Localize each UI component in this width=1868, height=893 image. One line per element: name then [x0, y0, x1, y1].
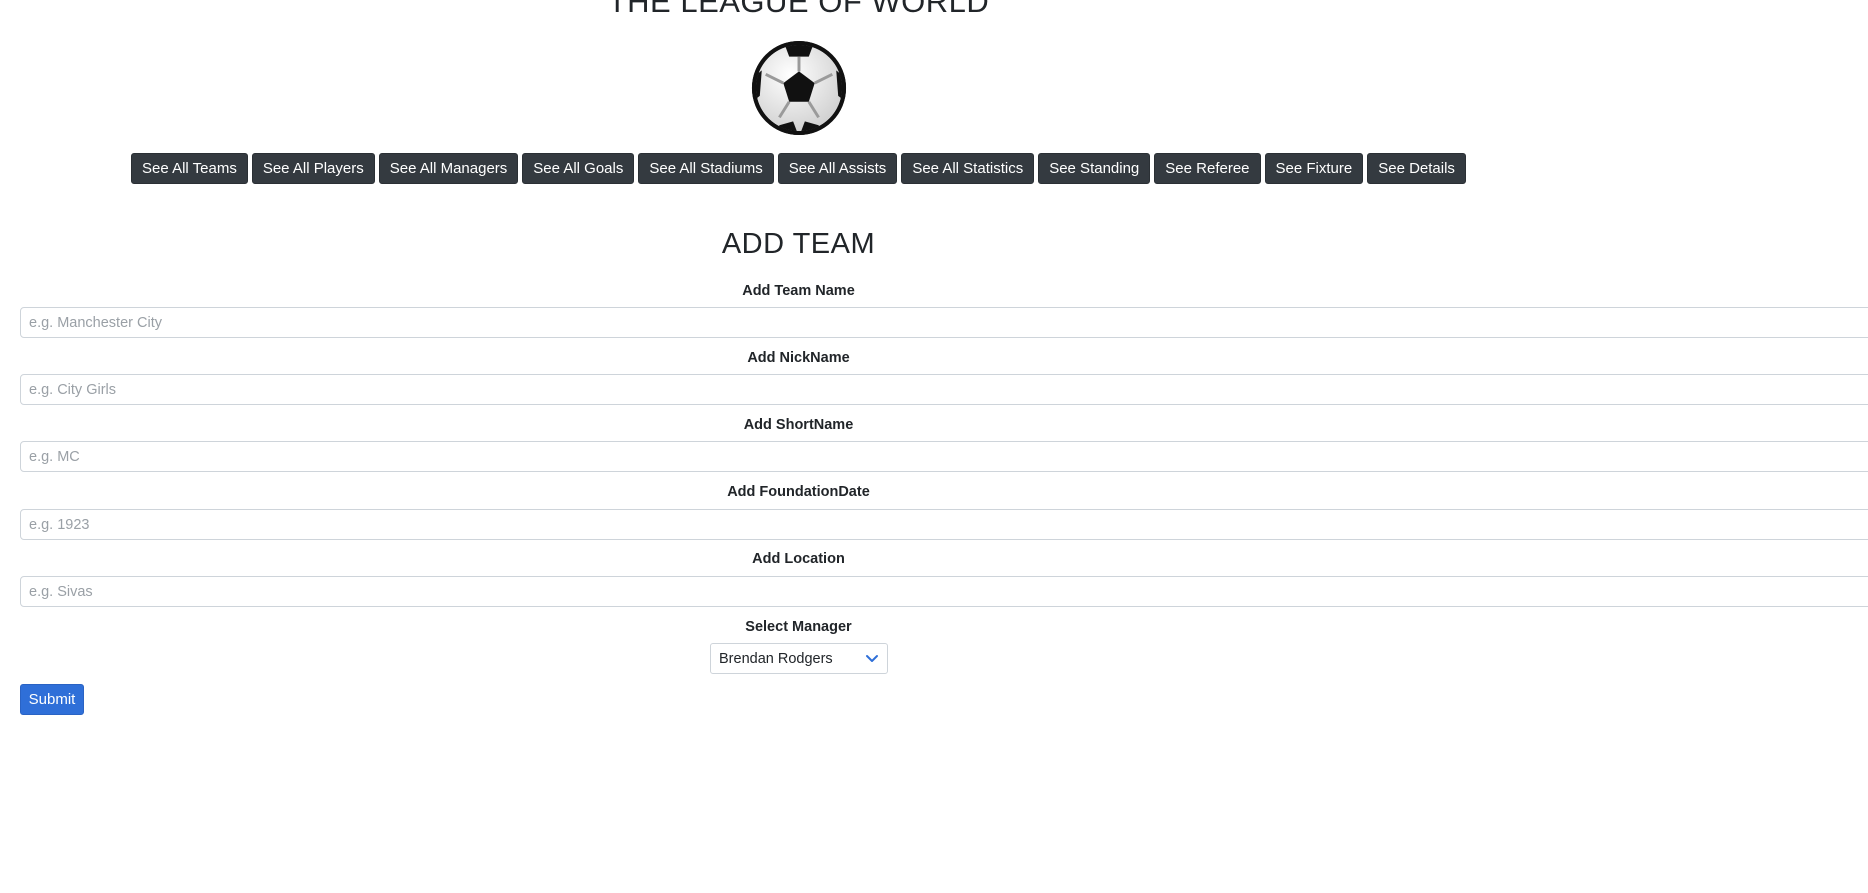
see-fixture-button[interactable]: See Fixture — [1264, 153, 1364, 184]
see-standing-button[interactable]: See Standing — [1038, 153, 1151, 184]
team-name-label: Add Team Name — [742, 283, 855, 299]
manager-select-value: Brendan Rodgers — [719, 650, 833, 667]
manager-select[interactable]: Brendan Rodgers — [710, 643, 888, 674]
foundation-date-label: Add FoundationDate — [727, 484, 870, 500]
see-details-button[interactable]: See Details — [1367, 153, 1466, 184]
location-input[interactable] — [20, 576, 1868, 607]
shortname-input[interactable] — [20, 441, 1868, 472]
see-all-goals-button[interactable]: See All Goals — [522, 153, 635, 184]
form-title: ADD TEAM — [721, 228, 876, 260]
see-all-teams-button[interactable]: See All Teams — [131, 153, 248, 184]
main-nav: See All Teams See All Players See All Ma… — [0, 153, 1597, 184]
team-name-input[interactable] — [20, 307, 1868, 338]
nickname-label: Add NickName — [747, 350, 850, 366]
select-manager-label: Select Manager — [745, 619, 852, 635]
foundation-date-input[interactable] — [20, 509, 1868, 540]
location-label: Add Location — [752, 551, 845, 567]
chevron-down-icon — [866, 654, 878, 662]
see-all-statistics-button[interactable]: See All Statistics — [901, 153, 1035, 184]
soccer-ball-icon — [751, 40, 847, 136]
see-all-managers-button[interactable]: See All Managers — [378, 153, 519, 184]
shortname-label: Add ShortName — [743, 417, 854, 433]
see-all-stadiums-button[interactable]: See All Stadiums — [638, 153, 774, 184]
see-all-players-button[interactable]: See All Players — [251, 153, 375, 184]
see-all-assists-button[interactable]: See All Assists — [777, 153, 898, 184]
see-referee-button[interactable]: See Referee — [1154, 153, 1261, 184]
submit-button[interactable]: Submit — [20, 684, 84, 715]
site-title: THE LEAGUE OF WORLD — [607, 0, 990, 19]
nickname-input[interactable] — [20, 374, 1868, 405]
